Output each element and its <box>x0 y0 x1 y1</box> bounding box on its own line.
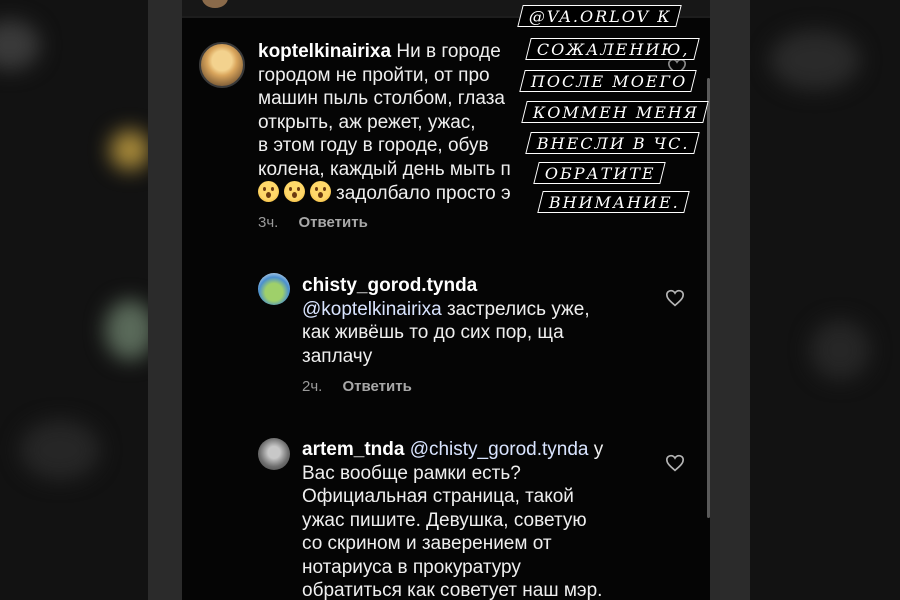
frame-edge-left <box>148 0 182 600</box>
heart-icon[interactable] <box>665 289 685 307</box>
comment-text-line: Вас вообще рамки есть? <box>302 462 521 484</box>
reply-button[interactable]: Ответить <box>299 214 368 231</box>
astonished-emoji-icon <box>258 181 279 202</box>
avatar-chisty-gorod[interactable] <box>258 273 290 305</box>
frame-edge-right <box>710 0 750 600</box>
avatar-artem-tnda[interactable] <box>258 438 290 470</box>
mention-link[interactable]: @koptelkinairixa <box>302 299 442 320</box>
comment-text-line: задолбало просто э <box>336 183 511 204</box>
avatar <box>202 0 228 8</box>
blurred-background-left <box>0 0 148 600</box>
username[interactable]: artem_tnda <box>302 439 404 460</box>
sticker-line: СОЖАЛЕНИЮ, <box>525 38 700 60</box>
comment-meta: 3ч. Ответить <box>258 214 368 231</box>
username[interactable]: chisty_gorod.tynda <box>302 275 477 296</box>
comment-text-line: как живёшь то до сих пор, ща <box>302 322 564 343</box>
scrollbar[interactable] <box>707 78 710 518</box>
comment-text-line: ужас пишите. Девушка, советую <box>302 509 587 531</box>
blurred-background-right <box>750 0 900 600</box>
comment-screenshot: koptelkinairixa Ни в городе городом не п… <box>148 0 750 600</box>
comment-text-line: обратиться как советует наш мэр. <box>302 580 603 600</box>
comment-artem-tnda: artem_tnda @chisty_gorod.tynda у Вас воо… <box>302 438 682 600</box>
astonished-emoji-icon <box>284 181 305 202</box>
comment-text-line: со скрином и заверением от <box>302 533 552 554</box>
sticker-line: КОММЕН МЕНЯ <box>521 101 709 123</box>
sticker-line: @VA.ORLOV К <box>517 5 682 27</box>
sticker-line: ВНЕСЛИ В ЧС. <box>525 132 700 154</box>
sticker-line: ОБРАТИТЕ <box>533 162 666 184</box>
comment-text-line: нотариуса в прокуратуру <box>302 556 521 578</box>
comment-text-line: у <box>588 439 604 460</box>
sticker-line: ВНИМАНИЕ. <box>537 191 690 213</box>
comment-meta: 2ч. Ответить <box>302 378 412 395</box>
comment-time: 2ч. <box>302 378 323 395</box>
astonished-emoji-icon <box>310 181 331 202</box>
comment-text-line: застрелись уже, <box>441 298 590 320</box>
avatar-koptelkinairixa[interactable] <box>199 42 245 88</box>
reply-button[interactable]: Ответить <box>343 378 412 395</box>
mention-link[interactable]: @chisty_gorod.tynda <box>410 439 589 460</box>
username[interactable]: koptelkinairixa <box>258 41 391 62</box>
comment-chisty-gorod: chisty_gorod.tynda @koptelkinairixa заст… <box>302 274 672 368</box>
comment-text-line: заплачу <box>302 345 373 367</box>
comment-text-line: Ни в городе <box>396 41 501 62</box>
heart-icon[interactable] <box>665 454 685 472</box>
comment-time: 3ч. <box>258 214 279 231</box>
sticker-line: ПОСЛЕ МОЕГО <box>519 70 698 92</box>
comment-text-line: Официальная страница, такой <box>302 486 574 507</box>
